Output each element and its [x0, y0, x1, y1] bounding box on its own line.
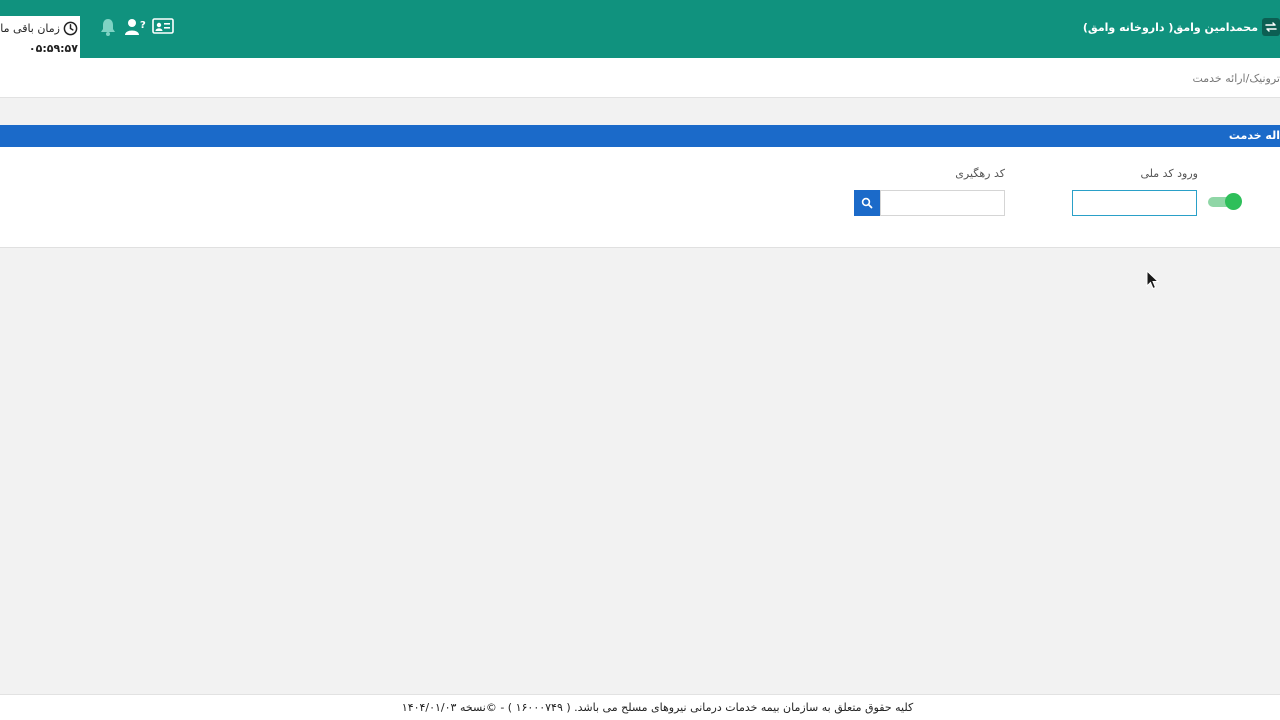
bell-icon[interactable]	[99, 17, 117, 37]
svg-text:?: ?	[140, 20, 146, 31]
user-menu[interactable]: محمدامین وامق( داروخانه وامق)	[1083, 16, 1280, 38]
top-header: زمان باقی ما ۰۵:۵۹:۵۷ ? محمدامین وامق( د…	[0, 0, 1280, 58]
panel-header: اله خدمت	[0, 125, 1280, 147]
id-card-icon[interactable]	[152, 17, 174, 35]
switch-account-icon[interactable]	[1262, 18, 1280, 36]
user-name: محمدامین وامق( داروخانه وامق)	[1082, 20, 1258, 34]
national-code-input[interactable]	[1072, 190, 1197, 216]
breadcrumb-bar: ترونیک/ارائه خدمت	[0, 58, 1280, 98]
footer: کلیه حقوق متعلق به سازمان بیمه خدمات درم…	[0, 694, 1280, 720]
session-timer: زمان باقی ما ۰۵:۵۹:۵۷	[0, 16, 80, 58]
search-icon	[861, 197, 873, 209]
timer-label: زمان باقی ما	[0, 21, 60, 35]
search-button[interactable]	[854, 190, 880, 216]
national-code-toggle[interactable]	[1208, 193, 1242, 210]
breadcrumb: ترونیک/ارائه خدمت	[1192, 72, 1280, 85]
mouse-cursor-icon	[1146, 270, 1160, 290]
toggle-knob	[1225, 193, 1242, 210]
tracking-code-label: کد رهگیری	[955, 167, 1005, 180]
national-code-label: ورود کد ملی	[1140, 167, 1198, 180]
clock-icon	[63, 21, 78, 35]
tracking-code-input[interactable]	[880, 190, 1005, 216]
user-question-icon[interactable]: ?	[124, 17, 148, 37]
panel-title: اله خدمت	[1228, 129, 1280, 142]
timer-value: ۰۵:۵۹:۵۷	[28, 41, 78, 55]
copyright-text: کلیه حقوق متعلق به سازمان بیمه خدمات درم…	[401, 701, 914, 714]
service-form: ورود کد ملی کد رهگیری	[0, 147, 1280, 248]
